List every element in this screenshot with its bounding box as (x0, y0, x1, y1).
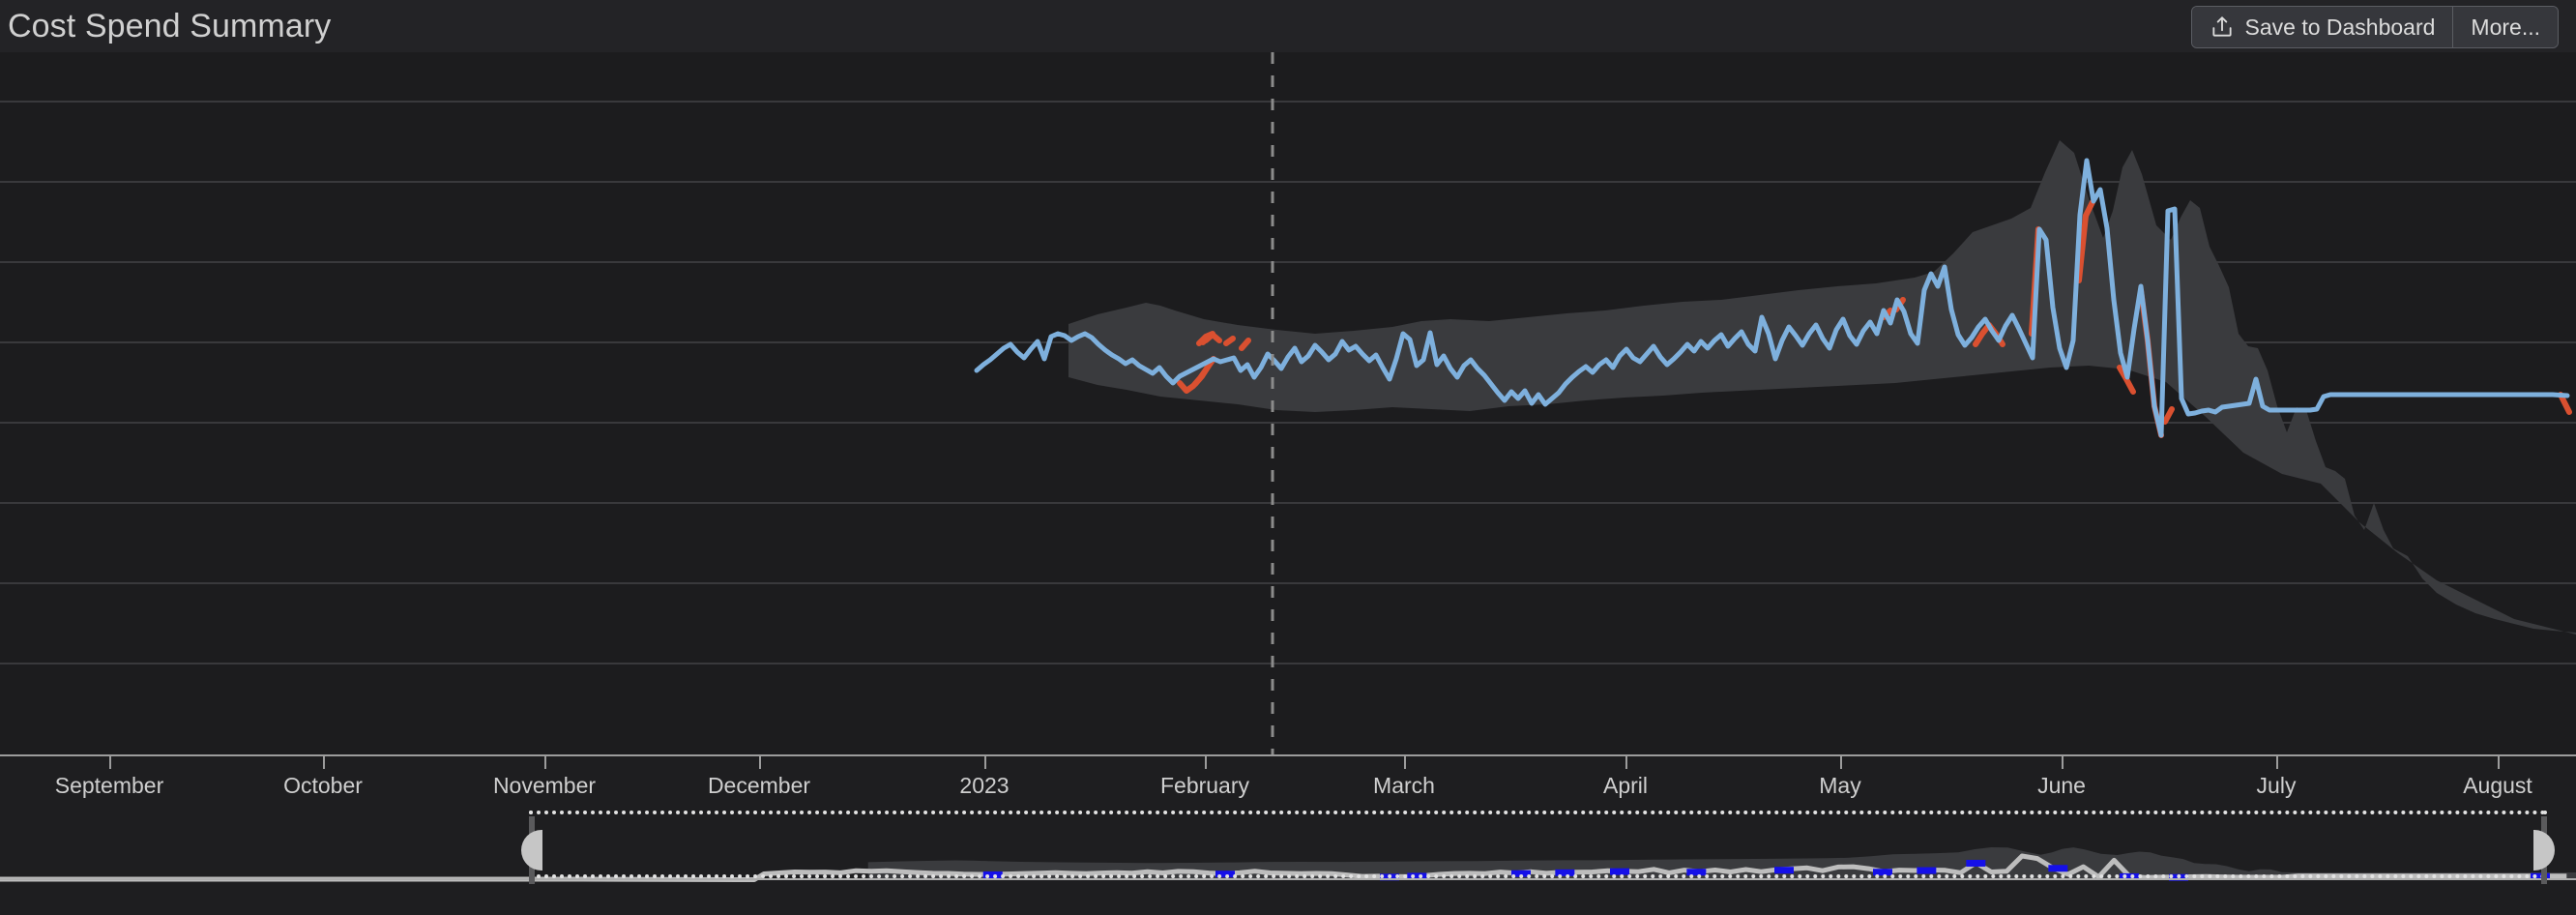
anomaly-segment (1223, 336, 1236, 346)
axis-tick (1205, 756, 1207, 769)
more-button[interactable]: More... (2452, 7, 2558, 47)
navigator[interactable] (0, 809, 2576, 915)
axis-tick (323, 756, 325, 769)
page-title: Cost Spend Summary (8, 8, 332, 44)
header-actions: Save to Dashboard More... (2190, 6, 2559, 48)
x-axis: September October November December 2023 Febr… (0, 754, 2576, 809)
navigator-baseline (0, 878, 2576, 880)
axis-tick (2276, 756, 2278, 769)
axis-tick-label-4: 2023 (959, 773, 1010, 798)
axis-tick (2062, 756, 2064, 769)
axis-tick-label-7: April (1602, 773, 1649, 798)
chart-plot-area[interactable] (0, 52, 2576, 754)
cost-spend-summary-panel: Cost Spend Summary Save to Dashboard Mor… (0, 0, 2576, 915)
expected-range-band (1068, 140, 2576, 635)
axis-tick-label-1: October (283, 773, 363, 798)
axis-tick (109, 756, 111, 769)
axis-tick-label-8: May (1819, 773, 1861, 798)
axis-tick (1625, 756, 1627, 769)
x-axis-line (0, 754, 2576, 756)
axis-tick (759, 756, 761, 769)
axis-tick-label-6: March (1373, 773, 1435, 798)
axis-tick-label-2: November (492, 773, 597, 798)
axis-tick-label-9: June (2037, 773, 2086, 798)
axis-tick-label-0: September (54, 773, 164, 798)
save-to-dashboard-label: Save to Dashboard (2244, 14, 2436, 40)
anomaly-segment (2162, 406, 2175, 425)
axis-tick (984, 756, 986, 769)
more-label: More... (2471, 14, 2540, 40)
axis-tick (2498, 756, 2500, 769)
axis-tick (1840, 756, 1842, 769)
axis-tick-label-11: August (2463, 773, 2532, 798)
navigator-brush-selection[interactable] (521, 811, 2555, 884)
axis-tick-label-5: February (1159, 773, 1250, 798)
axis-tick-label-10: July (2256, 773, 2297, 798)
upload-share-icon (2210, 15, 2235, 40)
axis-tick (1404, 756, 1406, 769)
axis-tick (544, 756, 546, 769)
chart-svg (0, 52, 2576, 754)
axis-tick-label-3: December (707, 773, 811, 798)
panel-header: Cost Spend Summary Save to Dashboard Mor… (0, 0, 2576, 52)
save-to-dashboard-button[interactable]: Save to Dashboard (2191, 7, 2453, 47)
